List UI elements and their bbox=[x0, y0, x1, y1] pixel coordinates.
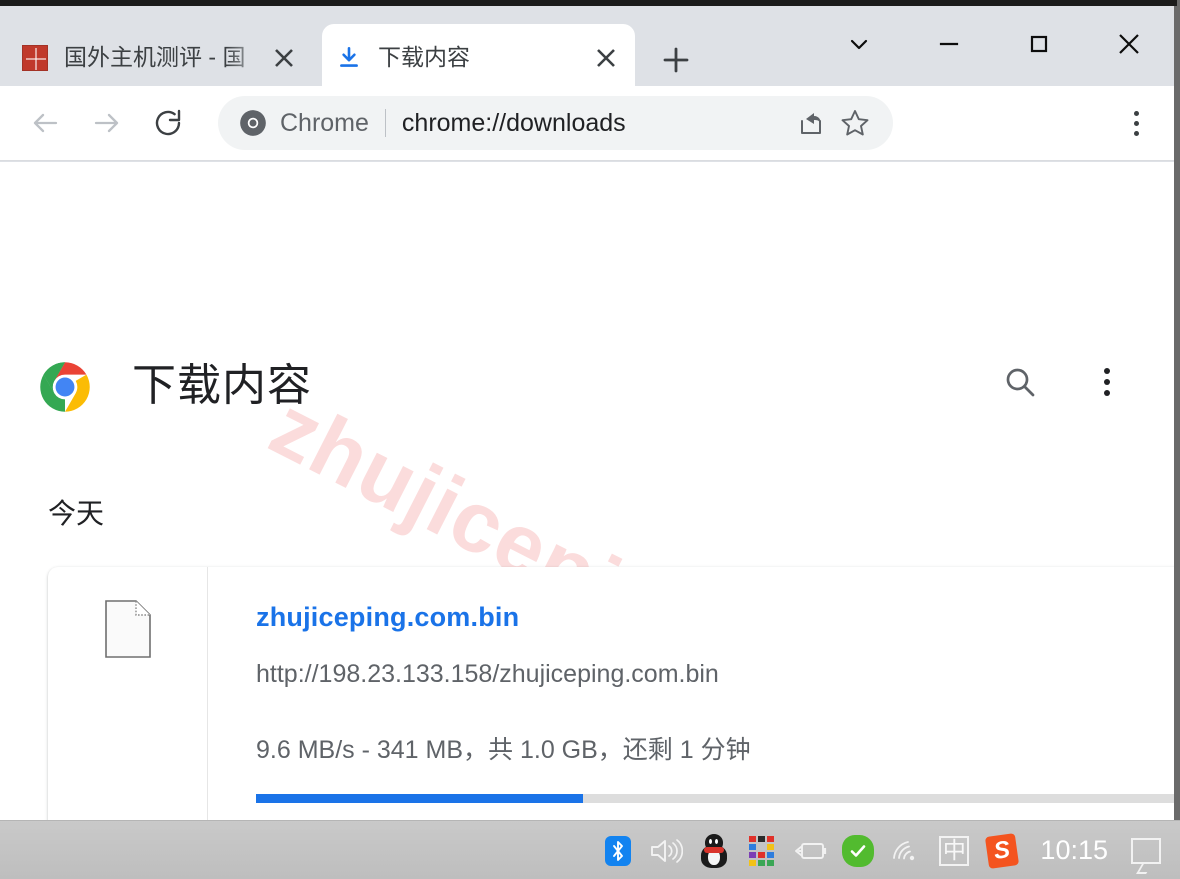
download-progress-fill bbox=[256, 794, 583, 803]
tab-hosting-review[interactable]: 国外主机测评 - 国 bbox=[8, 24, 313, 92]
sogou-input-icon[interactable]: S bbox=[978, 821, 1026, 879]
system-tray: 中 S 10:15 bbox=[594, 821, 1180, 879]
tab-downloads[interactable]: 下载内容 bbox=[322, 24, 635, 92]
chrome-browser-window: 国外主机测评 - 国 下载内容 Chrome chrome://download… bbox=[0, 0, 1180, 820]
volume-icon[interactable] bbox=[642, 821, 690, 879]
download-source-url: http://198.23.133.158/zhujiceping.com.bi… bbox=[256, 660, 719, 688]
sogou-label: S bbox=[985, 832, 1020, 869]
window-controls bbox=[814, 16, 1174, 72]
downloads-menu-button[interactable] bbox=[1084, 358, 1130, 406]
omnibox-separator bbox=[384, 109, 386, 137]
windows-taskbar: 中 S 10:15 bbox=[0, 820, 1180, 879]
address-bar[interactable]: Chrome chrome://downloads bbox=[218, 96, 893, 150]
date-group-header: 今天 bbox=[48, 498, 105, 529]
kebab-menu-icon bbox=[1133, 110, 1139, 136]
new-tab-button[interactable] bbox=[654, 38, 698, 82]
window-right-border bbox=[1174, 6, 1177, 820]
page-title: 下载内容 bbox=[132, 361, 312, 410]
notification-center-icon[interactable] bbox=[1122, 821, 1170, 879]
minimize-icon[interactable] bbox=[904, 16, 994, 72]
kebab-menu-icon bbox=[1104, 368, 1110, 396]
generic-file-icon bbox=[105, 600, 151, 658]
qq-penguin-icon[interactable] bbox=[690, 821, 738, 879]
tab-close-button[interactable] bbox=[267, 41, 301, 75]
battery-charging-icon[interactable] bbox=[786, 821, 834, 879]
back-button[interactable] bbox=[20, 97, 72, 149]
ime-label: 中 bbox=[939, 835, 970, 866]
screen: 国外主机测评 - 国 下载内容 Chrome chrome://download… bbox=[0, 0, 1180, 879]
omnibox-url-text: chrome://downloads bbox=[401, 108, 626, 137]
file-icon-cell bbox=[48, 567, 208, 820]
omnibox-chip-label: Chrome bbox=[280, 108, 369, 137]
tab-close-button[interactable] bbox=[589, 41, 623, 75]
download-status-text: 9.6 MB/s - 341 MB，共 1.0 GB，还剩 1 分钟 bbox=[256, 736, 751, 764]
browser-menu-button[interactable] bbox=[1113, 100, 1159, 146]
red-square-favicon-icon bbox=[20, 43, 50, 73]
security-check-icon[interactable] bbox=[834, 821, 882, 879]
bluetooth-icon[interactable] bbox=[594, 821, 642, 879]
tab-strip: 国外主机测评 - 国 下载内容 bbox=[0, 6, 1177, 92]
wifi-icon[interactable] bbox=[882, 821, 930, 879]
tab-search-chevron-down-icon[interactable] bbox=[814, 16, 904, 72]
chrome-logo-icon bbox=[238, 108, 268, 138]
forward-button[interactable] bbox=[80, 97, 132, 149]
downloads-page: zhujiceping.com 下载内容 bbox=[0, 162, 1177, 820]
tab-title: 国外主机测评 - 国 bbox=[64, 44, 246, 71]
download-file-name-link[interactable]: zhujiceping.com.bin bbox=[256, 602, 519, 633]
color-grid-icon[interactable] bbox=[738, 821, 786, 879]
download-progress-bar bbox=[256, 794, 1177, 803]
tab-title: 下载内容 bbox=[378, 44, 470, 71]
reload-button[interactable] bbox=[142, 97, 194, 149]
star-icon[interactable] bbox=[833, 101, 877, 145]
taskbar-clock[interactable]: 10:15 bbox=[1026, 821, 1122, 879]
download-item-card[interactable]: zhujiceping.com.bin http://198.23.133.15… bbox=[48, 567, 1177, 820]
navigation-toolbar: Chrome chrome://downloads bbox=[0, 86, 1177, 161]
ime-chinese-icon[interactable]: 中 bbox=[930, 821, 978, 879]
share-icon[interactable] bbox=[789, 101, 833, 145]
download-icon bbox=[334, 43, 364, 73]
download-item-body: zhujiceping.com.bin http://198.23.133.15… bbox=[256, 567, 1177, 820]
search-icon[interactable] bbox=[996, 358, 1044, 406]
close-icon[interactable] bbox=[1084, 16, 1174, 72]
maximize-icon[interactable] bbox=[994, 16, 1084, 72]
chrome-logo-icon bbox=[38, 360, 92, 414]
